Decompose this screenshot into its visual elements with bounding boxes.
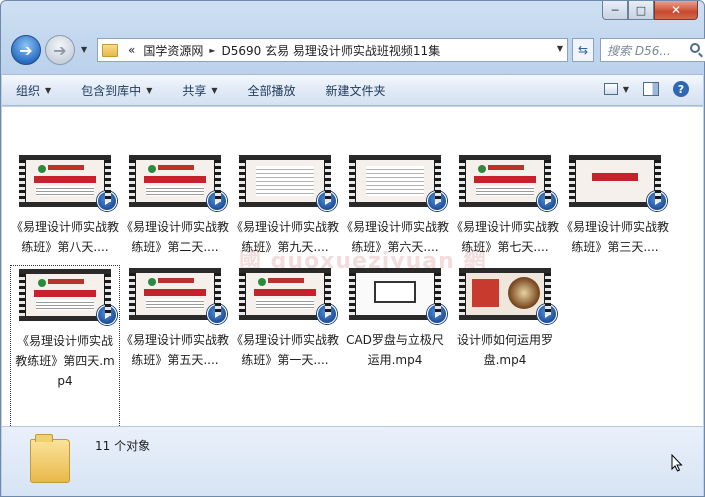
- breadcrumb-current[interactable]: D5690 玄易 易理设计师实战班视频11集: [222, 42, 441, 59]
- search-icon: [690, 43, 700, 53]
- media-player-icon: [647, 191, 667, 211]
- forward-button[interactable]: ➔: [45, 35, 75, 65]
- back-arrow-icon: ➔: [19, 40, 33, 60]
- video-thumbnail: [569, 155, 667, 211]
- explorer-window: ─ □ ✕ ➔ ➔ ▼ « 国学资源网 ► D5690 玄易 易理设计师实战班视…: [0, 0, 705, 497]
- media-player-icon: [207, 304, 227, 324]
- maximize-button[interactable]: □: [628, 1, 654, 20]
- command-toolbar: 组织 ▼ 包含到库中 ▼ 共享 ▼ 全部播放 新建文件夹 ▼ ?: [2, 74, 703, 106]
- address-dropdown-icon[interactable]: ▼: [557, 44, 563, 53]
- file-name: 《易理设计师实战教练班》第二天....: [121, 220, 230, 254]
- media-player-icon: [427, 304, 447, 324]
- media-player-icon: [317, 304, 337, 324]
- refresh-button[interactable]: ⇆: [572, 38, 594, 62]
- video-thumbnail: [239, 155, 337, 211]
- file-list[interactable]: 國 guoxueziyuan 網 《易理设计师实战教练班》第八天.... 《易理设…: [2, 107, 703, 430]
- address-bar[interactable]: « 国学资源网 ► D5690 玄易 易理设计师实战班视频11集 ▼: [97, 38, 568, 62]
- include-in-library-menu[interactable]: 包含到库中 ▼: [81, 82, 152, 99]
- organize-menu[interactable]: 组织 ▼: [16, 82, 51, 99]
- video-thumbnail: [19, 155, 117, 211]
- video-thumbnail: [459, 268, 557, 324]
- media-player-icon: [537, 191, 557, 211]
- file-item[interactable]: 《易理设计师实战教练班》第一天....: [230, 268, 340, 370]
- video-thumbnail: [349, 155, 447, 211]
- media-player-icon: [97, 191, 117, 211]
- mouse-cursor-icon: [671, 454, 683, 472]
- share-menu[interactable]: 共享 ▼: [182, 82, 217, 99]
- preview-pane-icon[interactable]: [643, 82, 659, 96]
- file-item[interactable]: 《易理设计师实战教练班》第九天....: [230, 155, 340, 257]
- forward-arrow-icon: ➔: [53, 40, 67, 60]
- chevron-down-icon: ▼: [146, 85, 153, 95]
- file-name: 《易理设计师实战教练班》第九天....: [231, 220, 340, 254]
- video-thumbnail: [129, 268, 227, 324]
- file-item[interactable]: 《易理设计师实战教练班》第六天....: [340, 155, 450, 257]
- chevron-down-icon: ▼: [211, 85, 218, 95]
- media-player-icon: [207, 191, 227, 211]
- minimize-button[interactable]: ─: [602, 1, 628, 20]
- video-thumbnail: [239, 268, 337, 324]
- file-name: 《易理设计师实战教练班》第六天....: [341, 220, 450, 254]
- play-all-button[interactable]: 全部播放: [248, 82, 296, 99]
- search-input[interactable]: 搜索 D56...: [600, 38, 705, 62]
- chevron-down-icon: ▼: [45, 85, 52, 95]
- media-player-icon: [537, 304, 557, 324]
- close-button[interactable]: ✕: [654, 1, 698, 20]
- media-player-icon: [97, 305, 117, 325]
- video-thumbnail: [459, 155, 557, 211]
- view-icon: [603, 83, 618, 95]
- back-button[interactable]: ➔: [11, 35, 41, 65]
- file-item[interactable]: CAD罗盘与立极尺运用.mp4: [340, 268, 450, 370]
- file-name: 设计师如何运用罗盘.mp4: [456, 333, 553, 367]
- details-pane: 11 个对象: [2, 426, 703, 496]
- chevron-down-icon: ▼: [622, 84, 629, 94]
- caption-buttons: ─ □ ✕: [602, 1, 698, 20]
- file-name: CAD罗盘与立极尺运用.mp4: [346, 333, 444, 367]
- search-placeholder: 搜索 D56...: [607, 43, 671, 58]
- help-icon[interactable]: ?: [673, 81, 689, 97]
- file-name: 《易理设计师实战教练班》第一天....: [231, 333, 340, 367]
- media-player-icon: [427, 191, 447, 211]
- video-thumbnail: [19, 269, 117, 325]
- file-item[interactable]: 《易理设计师实战教练班》第三天....: [560, 155, 670, 257]
- media-player-icon: [317, 191, 337, 211]
- file-item[interactable]: 《易理设计师实战教练班》第四天.mp4: [10, 265, 120, 430]
- file-item[interactable]: 设计师如何运用罗盘.mp4: [450, 268, 560, 370]
- file-name: 《易理设计师实战教练班》第四天.mp4: [15, 334, 115, 388]
- view-options-button[interactable]: ▼: [603, 83, 629, 95]
- breadcrumb-overflow[interactable]: «: [128, 43, 135, 57]
- folder-icon: [102, 43, 118, 57]
- file-name: 《易理设计师实战教练班》第八天....: [11, 220, 120, 254]
- item-count: 11 个对象: [95, 439, 151, 453]
- file-item[interactable]: 《易理设计师实战教练班》第七天....: [450, 155, 560, 257]
- file-item[interactable]: 《易理设计师实战教练班》第二天....: [120, 155, 230, 257]
- new-folder-button[interactable]: 新建文件夹: [326, 82, 386, 99]
- refresh-icon: ⇆: [577, 43, 589, 57]
- file-name: 《易理设计师实战教练班》第三天....: [561, 220, 670, 254]
- file-item[interactable]: 《易理设计师实战教练班》第八天....: [10, 155, 120, 257]
- address-row: ➔ ➔ ▼ « 国学资源网 ► D5690 玄易 易理设计师实战班视频11集 ▼…: [9, 33, 705, 65]
- file-item[interactable]: 《易理设计师实战教练班》第五天....: [120, 268, 230, 370]
- file-name: 《易理设计师实战教练班》第五天....: [121, 333, 230, 367]
- file-name: 《易理设计师实战教练班》第七天....: [451, 220, 560, 254]
- recent-pages-dropdown[interactable]: ▼: [81, 45, 87, 54]
- folder-icon: [30, 434, 70, 483]
- breadcrumb-root[interactable]: 国学资源网: [143, 42, 203, 59]
- breadcrumb-chevron-icon[interactable]: ►: [209, 46, 215, 55]
- video-thumbnail: [349, 268, 447, 324]
- video-thumbnail: [129, 155, 227, 211]
